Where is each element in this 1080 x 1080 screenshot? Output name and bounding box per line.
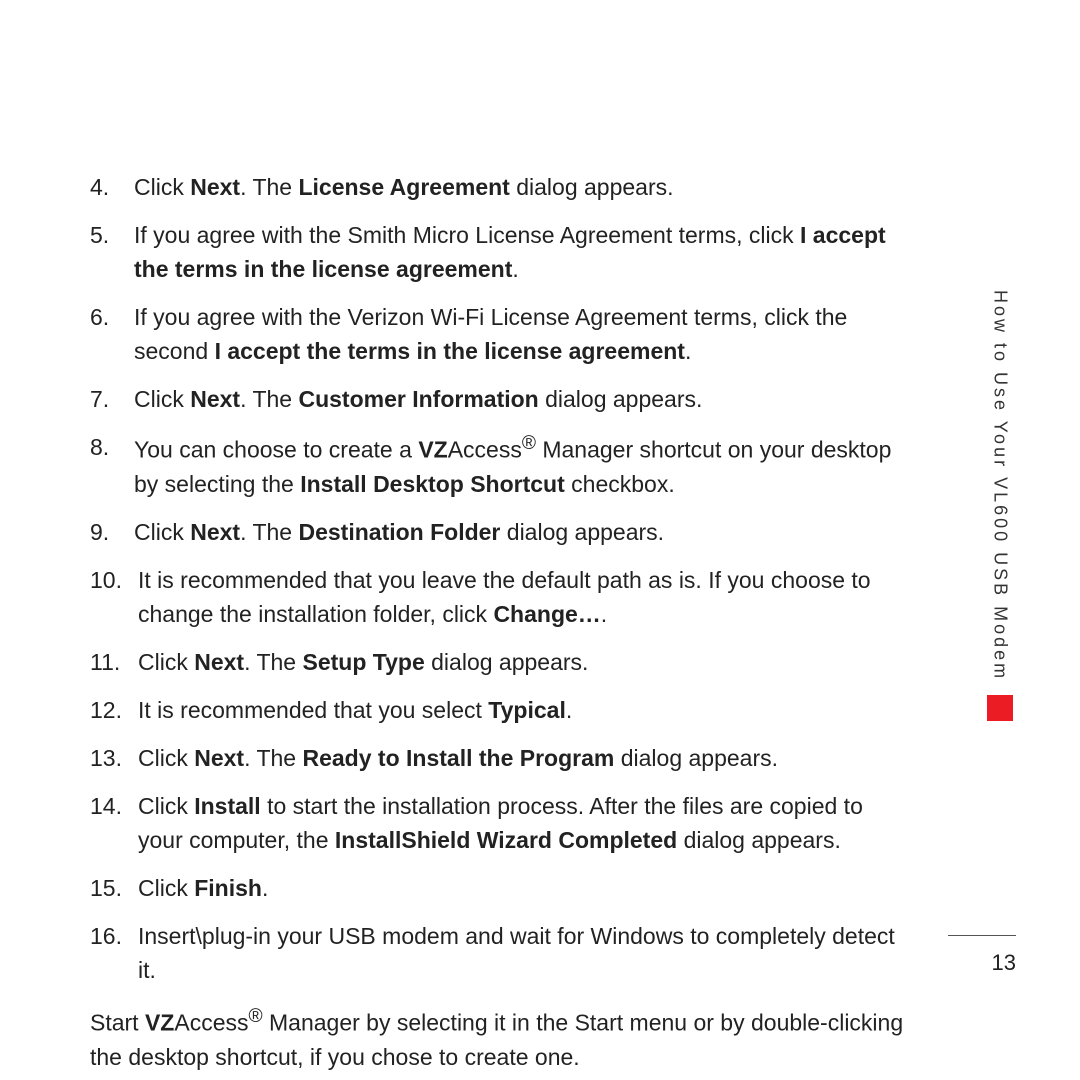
document-page: 4.Click Next. The License Agreement dial… <box>0 0 1080 1080</box>
instruction-text: You can choose to create a VZAccess® Man… <box>134 430 910 501</box>
instruction-text: It is recommended that you select Typica… <box>138 693 910 727</box>
closing-paragraph: Start VZAccess® Manager by selecting it … <box>90 1003 910 1074</box>
instruction-item: 7.Click Next. The Customer Information d… <box>90 382 910 416</box>
page-number: 13 <box>992 950 1016 976</box>
instruction-list: 4.Click Next. The License Agreement dial… <box>90 170 910 987</box>
instruction-item: 4.Click Next. The License Agreement dial… <box>90 170 910 204</box>
instruction-number: 13. <box>90 741 134 775</box>
instruction-text: If you agree with the Smith Micro Licens… <box>134 218 910 286</box>
instruction-number: 12. <box>90 693 134 727</box>
instruction-text: Click Next. The Destination Folder dialo… <box>134 515 910 549</box>
instruction-number: 5. <box>90 218 134 286</box>
instruction-number: 8. <box>90 430 134 501</box>
instruction-number: 6. <box>90 300 134 368</box>
section-tab-label: How to Use Your VL600 USB Modem <box>990 290 1011 681</box>
instruction-text: Click Next. The Setup Type dialog appear… <box>138 645 910 679</box>
instruction-text: Click Install to start the installation … <box>138 789 910 857</box>
instruction-item: 8.You can choose to create a VZAccess® M… <box>90 430 910 501</box>
instruction-number: 7. <box>90 382 134 416</box>
instruction-text: Click Finish. <box>138 871 910 905</box>
instruction-text: Click Next. The Customer Information dia… <box>134 382 910 416</box>
instruction-item: 6.If you agree with the Verizon Wi-Fi Li… <box>90 300 910 368</box>
instruction-number: 9. <box>90 515 134 549</box>
instruction-item: 15.Click Finish. <box>90 871 910 905</box>
section-tab: How to Use Your VL600 USB Modem <box>988 290 1012 721</box>
instruction-number: 15. <box>90 871 134 905</box>
instruction-text: Insert\plug-in your USB modem and wait f… <box>138 919 910 987</box>
instruction-item: 14.Click Install to start the installati… <box>90 789 910 857</box>
footer-rule <box>948 935 1016 936</box>
instruction-number: 14. <box>90 789 134 857</box>
instruction-item: 9.Click Next. The Destination Folder dia… <box>90 515 910 549</box>
instruction-text: Click Next. The Ready to Install the Pro… <box>138 741 910 775</box>
instruction-text: Click Next. The License Agreement dialog… <box>134 170 910 204</box>
instruction-item: 13.Click Next. The Ready to Install the … <box>90 741 910 775</box>
instruction-number: 4. <box>90 170 134 204</box>
instruction-item: 16.Insert\plug-in your USB modem and wai… <box>90 919 910 987</box>
instruction-number: 16. <box>90 919 134 987</box>
instruction-item: 5.If you agree with the Smith Micro Lice… <box>90 218 910 286</box>
instruction-number: 10. <box>90 563 134 631</box>
body-content: 4.Click Next. The License Agreement dial… <box>90 170 910 1074</box>
instruction-item: 12.It is recommended that you select Typ… <box>90 693 910 727</box>
section-tab-marker <box>987 695 1013 721</box>
instruction-text: If you agree with the Verizon Wi-Fi Lice… <box>134 300 910 368</box>
instruction-item: 11.Click Next. The Setup Type dialog app… <box>90 645 910 679</box>
instruction-number: 11. <box>90 645 134 679</box>
instruction-text: It is recommended that you leave the def… <box>138 563 910 631</box>
instruction-item: 10.It is recommended that you leave the … <box>90 563 910 631</box>
